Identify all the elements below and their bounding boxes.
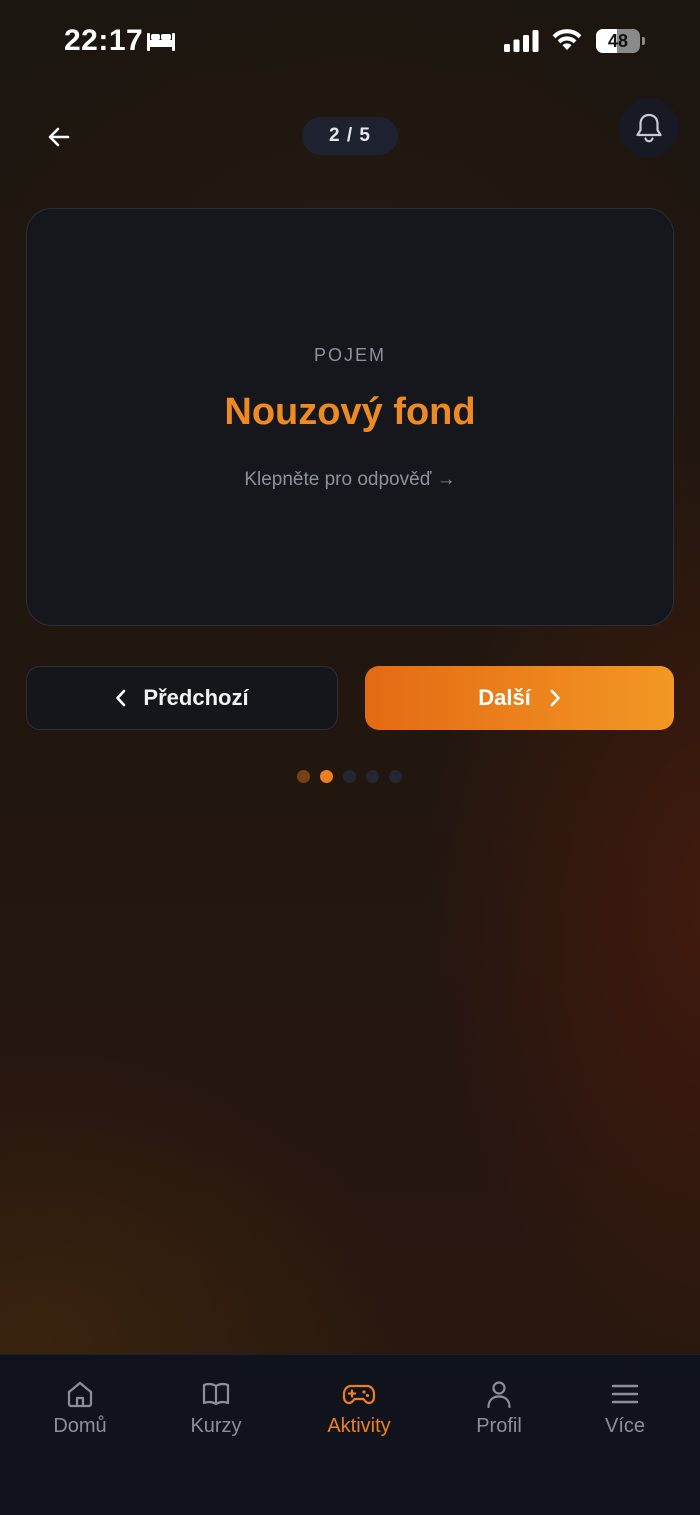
- chevron-right-icon: [550, 689, 560, 707]
- next-button-label: Další: [478, 685, 531, 710]
- next-button[interactable]: Další: [365, 666, 674, 730]
- tab-label-home: Domů: [53, 1415, 107, 1437]
- progress-indicator: 2 / 5: [302, 117, 398, 155]
- flashcard[interactable]: POJEM Nouzový fond Klepněte pro odpověď …: [26, 208, 674, 626]
- tab-home[interactable]: Domů: [25, 1355, 135, 1455]
- card-label: POJEM: [313, 345, 386, 365]
- progress-text: 2 / 5: [329, 125, 371, 146]
- wifi-icon: [552, 29, 582, 50]
- progress-dot: [389, 770, 402, 783]
- progress-dot: [343, 770, 356, 783]
- previous-button[interactable]: Předchozí: [26, 666, 338, 730]
- bell-icon: [636, 113, 662, 143]
- tab-activities[interactable]: Aktivity: [304, 1355, 414, 1455]
- status-bar: 22:17 48: [0, 0, 700, 84]
- card-hint: Klepněte pro odpověď →: [244, 469, 456, 490]
- tab-bar: Domů Kurzy Aktivity Profil Více: [0, 1354, 700, 1515]
- book-icon: [202, 1382, 230, 1406]
- bed-icon: [147, 33, 175, 51]
- chevron-left-icon: [116, 689, 126, 707]
- status-time: 22:17: [64, 24, 144, 57]
- progress-dot: [366, 770, 379, 783]
- previous-button-label: Předchozí: [143, 685, 249, 710]
- tab-label-activities: Aktivity: [327, 1415, 391, 1437]
- notifications-button[interactable]: [619, 98, 679, 158]
- battery-indicator: 48: [596, 29, 645, 53]
- back-button[interactable]: [36, 114, 82, 160]
- user-icon: [487, 1381, 511, 1409]
- arrow-left-icon: [48, 127, 70, 147]
- progress-dot: [320, 770, 333, 783]
- tab-more[interactable]: Více: [570, 1355, 680, 1455]
- tab-courses[interactable]: Kurzy: [161, 1355, 271, 1455]
- cellular-signal-icon: [504, 30, 539, 52]
- progress-dot: [297, 770, 310, 783]
- battery-level: 48: [607, 31, 629, 51]
- home-icon: [67, 1381, 93, 1408]
- gamepad-icon: [342, 1384, 376, 1405]
- tab-label-more: Více: [604, 1415, 646, 1437]
- progress-dots: [297, 770, 407, 784]
- tab-label-courses: Kurzy: [190, 1415, 242, 1437]
- menu-icon: [611, 1384, 639, 1404]
- tab-label-profile: Profil: [476, 1415, 522, 1437]
- card-term: Nouzový fond: [224, 391, 476, 433]
- tab-profile[interactable]: Profil: [444, 1355, 554, 1455]
